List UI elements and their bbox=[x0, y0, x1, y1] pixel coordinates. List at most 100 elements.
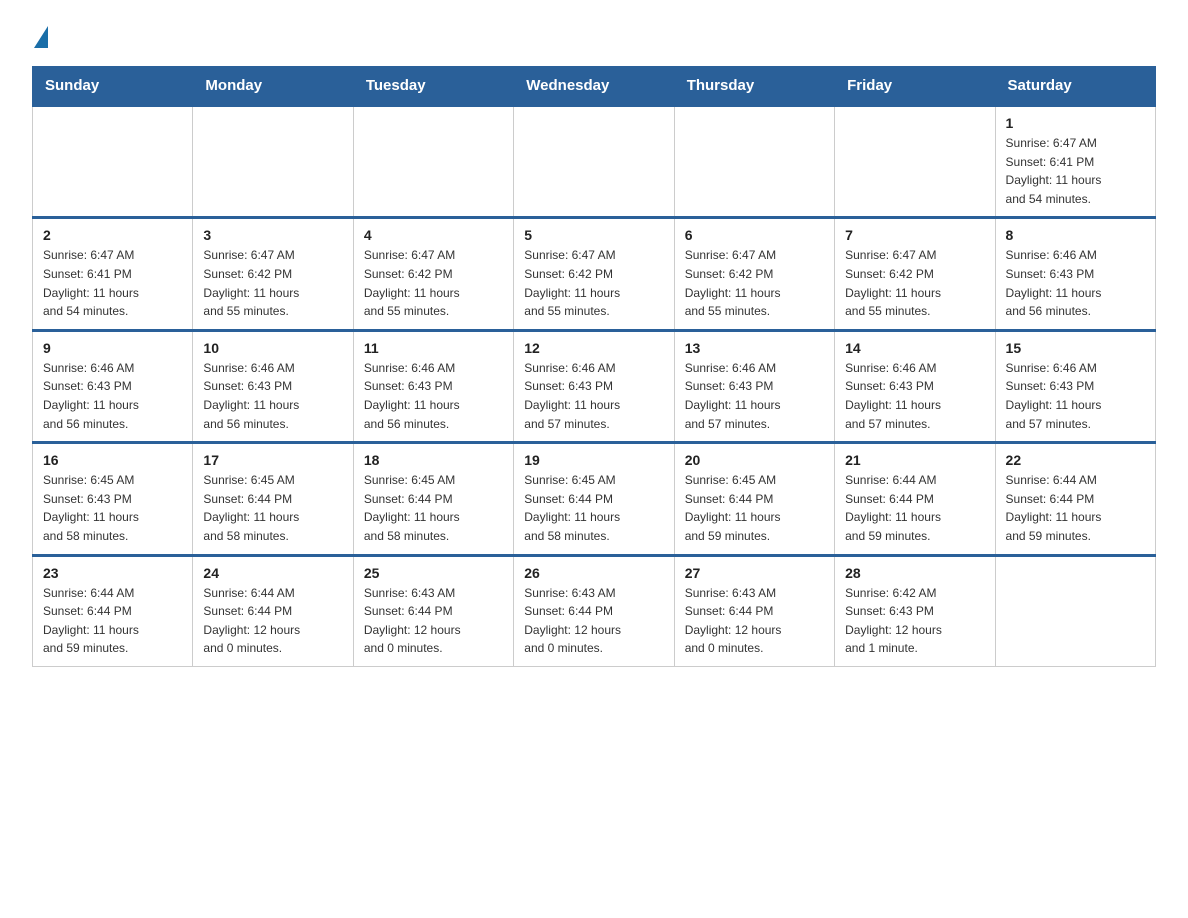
calendar-day-cell: 21 Sunrise: 6:44 AM Sunset: 6:44 PM Dayli… bbox=[835, 443, 995, 555]
day-info: Sunrise: 6:45 AM Sunset: 6:44 PM Dayligh… bbox=[203, 471, 342, 545]
day-info: Sunrise: 6:42 AM Sunset: 6:43 PM Dayligh… bbox=[845, 584, 984, 658]
calendar-day-cell: 24 Sunrise: 6:44 AM Sunset: 6:44 PM Dayli… bbox=[193, 555, 353, 666]
logo bbox=[32, 24, 48, 46]
day-info: Sunrise: 6:46 AM Sunset: 6:43 PM Dayligh… bbox=[685, 359, 824, 433]
day-info: Sunrise: 6:43 AM Sunset: 6:44 PM Dayligh… bbox=[524, 584, 663, 658]
calendar-day-cell: 1Sunrise: 6:47 AM Sunset: 6:41 PM Daylig… bbox=[995, 106, 1155, 218]
day-info: Sunrise: 6:46 AM Sunset: 6:43 PM Dayligh… bbox=[524, 359, 663, 433]
day-number: 27 bbox=[685, 565, 824, 581]
calendar-day-cell: 5Sunrise: 6:47 AM Sunset: 6:42 PM Daylig… bbox=[514, 218, 674, 330]
day-info: Sunrise: 6:44 AM Sunset: 6:44 PM Dayligh… bbox=[203, 584, 342, 658]
day-info: Sunrise: 6:46 AM Sunset: 6:43 PM Dayligh… bbox=[845, 359, 984, 433]
day-number: 12 bbox=[524, 340, 663, 356]
weekday-header-friday: Friday bbox=[835, 67, 995, 106]
day-number: 23 bbox=[43, 565, 182, 581]
day-number: 9 bbox=[43, 340, 182, 356]
day-number: 22 bbox=[1006, 452, 1145, 468]
day-info: Sunrise: 6:43 AM Sunset: 6:44 PM Dayligh… bbox=[364, 584, 503, 658]
day-info: Sunrise: 6:46 AM Sunset: 6:43 PM Dayligh… bbox=[203, 359, 342, 433]
logo-triangle-icon bbox=[34, 26, 48, 48]
weekday-header-row: SundayMondayTuesdayWednesdayThursdayFrid… bbox=[33, 67, 1156, 106]
calendar-day-cell: 22 Sunrise: 6:44 AM Sunset: 6:44 PM Dayli… bbox=[995, 443, 1155, 555]
calendar-day-cell: 15 Sunrise: 6:46 AM Sunset: 6:43 PM Dayli… bbox=[995, 330, 1155, 442]
calendar-day-cell: 17 Sunrise: 6:45 AM Sunset: 6:44 PM Dayli… bbox=[193, 443, 353, 555]
day-number: 25 bbox=[364, 565, 503, 581]
day-number: 19 bbox=[524, 452, 663, 468]
calendar-day-cell: 25 Sunrise: 6:43 AM Sunset: 6:44 PM Dayli… bbox=[353, 555, 513, 666]
calendar-day-cell: 4 Sunrise: 6:47 AM Sunset: 6:42 PM Daylig… bbox=[353, 218, 513, 330]
calendar-day-cell: 2 Sunrise: 6:47 AM Sunset: 6:41 PM Daylig… bbox=[33, 218, 193, 330]
day-number: 13 bbox=[685, 340, 824, 356]
day-info: Sunrise: 6:45 AM Sunset: 6:44 PM Dayligh… bbox=[685, 471, 824, 545]
day-info: Sunrise: 6:44 AM Sunset: 6:44 PM Dayligh… bbox=[1006, 471, 1145, 545]
day-number: 4 bbox=[364, 227, 503, 243]
calendar-day-cell: 11 Sunrise: 6:46 AM Sunset: 6:43 PM Dayli… bbox=[353, 330, 513, 442]
day-info: Sunrise: 6:45 AM Sunset: 6:44 PM Dayligh… bbox=[524, 471, 663, 545]
page-header bbox=[32, 24, 1156, 46]
weekday-header-tuesday: Tuesday bbox=[353, 67, 513, 106]
calendar-day-cell: 7Sunrise: 6:47 AM Sunset: 6:42 PM Daylig… bbox=[835, 218, 995, 330]
calendar-week-row: 16 Sunrise: 6:45 AM Sunset: 6:43 PM Dayli… bbox=[33, 443, 1156, 555]
calendar-day-cell bbox=[674, 106, 834, 218]
day-number: 17 bbox=[203, 452, 342, 468]
calendar-week-row: 1Sunrise: 6:47 AM Sunset: 6:41 PM Daylig… bbox=[33, 106, 1156, 218]
calendar-day-cell: 9Sunrise: 6:46 AM Sunset: 6:43 PM Daylig… bbox=[33, 330, 193, 442]
day-number: 11 bbox=[364, 340, 503, 356]
calendar-day-cell: 8 Sunrise: 6:46 AM Sunset: 6:43 PM Daylig… bbox=[995, 218, 1155, 330]
weekday-header-thursday: Thursday bbox=[674, 67, 834, 106]
day-number: 28 bbox=[845, 565, 984, 581]
weekday-header-saturday: Saturday bbox=[995, 67, 1155, 106]
calendar-day-cell: 12 Sunrise: 6:46 AM Sunset: 6:43 PM Dayli… bbox=[514, 330, 674, 442]
calendar-day-cell bbox=[514, 106, 674, 218]
calendar-day-cell: 26 Sunrise: 6:43 AM Sunset: 6:44 PM Dayli… bbox=[514, 555, 674, 666]
calendar-header: SundayMondayTuesdayWednesdayThursdayFrid… bbox=[33, 67, 1156, 106]
weekday-header-monday: Monday bbox=[193, 67, 353, 106]
day-number: 2 bbox=[43, 227, 182, 243]
calendar-day-cell: 19 Sunrise: 6:45 AM Sunset: 6:44 PM Dayli… bbox=[514, 443, 674, 555]
calendar-day-cell bbox=[835, 106, 995, 218]
calendar-week-row: 9 Sunrise: 6:46 AM Sunset: 6:43 PM Daylig… bbox=[33, 330, 1156, 442]
day-info: Sunrise: 6:47 AM Sunset: 6:42 PM Dayligh… bbox=[364, 246, 503, 320]
day-info: Sunrise: 6:44 AM Sunset: 6:44 PM Dayligh… bbox=[845, 471, 984, 545]
weekday-header-sunday: Sunday bbox=[33, 67, 193, 106]
day-info: Sunrise: 6:44 AM Sunset: 6:44 PM Dayligh… bbox=[43, 584, 182, 658]
calendar-day-cell: 16 Sunrise: 6:45 AM Sunset: 6:43 PM Dayli… bbox=[33, 443, 193, 555]
day-number: 10 bbox=[203, 340, 342, 356]
calendar-day-cell: 23 Sunrise: 6:44 AM Sunset: 6:44 PM Dayli… bbox=[33, 555, 193, 666]
day-info: Sunrise: 6:45 AM Sunset: 6:43 PM Dayligh… bbox=[43, 471, 182, 545]
calendar-day-cell bbox=[33, 106, 193, 218]
day-info: Sunrise: 6:47 AM Sunset: 6:42 PM Dayligh… bbox=[845, 246, 984, 320]
day-number: 16 bbox=[43, 452, 182, 468]
calendar-body: 1 Sunrise: 6:47 AM Sunset: 6:41 PM Daylig… bbox=[33, 106, 1156, 667]
day-number: 26 bbox=[524, 565, 663, 581]
day-number: 21 bbox=[845, 452, 984, 468]
day-number: 6 bbox=[685, 227, 824, 243]
day-info: Sunrise: 6:47 AM Sunset: 6:41 PM Dayligh… bbox=[43, 246, 182, 320]
day-number: 1 bbox=[1006, 115, 1145, 131]
calendar-day-cell: 20 Sunrise: 6:45 AM Sunset: 6:44 PM Dayli… bbox=[674, 443, 834, 555]
day-info: Sunrise: 6:45 AM Sunset: 6:44 PM Dayligh… bbox=[364, 471, 503, 545]
day-info: Sunrise: 6:46 AM Sunset: 6:43 PM Dayligh… bbox=[1006, 359, 1145, 433]
day-info: Sunrise: 6:46 AM Sunset: 6:43 PM Dayligh… bbox=[364, 359, 503, 433]
day-info: Sunrise: 6:43 AM Sunset: 6:44 PM Dayligh… bbox=[685, 584, 824, 658]
day-info: Sunrise: 6:47 AM Sunset: 6:42 PM Dayligh… bbox=[203, 246, 342, 320]
day-number: 18 bbox=[364, 452, 503, 468]
day-number: 15 bbox=[1006, 340, 1145, 356]
day-number: 24 bbox=[203, 565, 342, 581]
calendar-day-cell bbox=[995, 555, 1155, 666]
day-info: Sunrise: 6:46 AM Sunset: 6:43 PM Dayligh… bbox=[1006, 246, 1145, 320]
calendar-table: SundayMondayTuesdayWednesdayThursdayFrid… bbox=[32, 66, 1156, 667]
day-number: 3 bbox=[203, 227, 342, 243]
calendar-day-cell: 6 Sunrise: 6:47 AM Sunset: 6:42 PM Daylig… bbox=[674, 218, 834, 330]
calendar-day-cell: 10 Sunrise: 6:46 AM Sunset: 6:43 PM Dayli… bbox=[193, 330, 353, 442]
calendar-day-cell: 14Sunrise: 6:46 AM Sunset: 6:43 PM Dayli… bbox=[835, 330, 995, 442]
day-info: Sunrise: 6:47 AM Sunset: 6:42 PM Dayligh… bbox=[685, 246, 824, 320]
calendar-day-cell: 13 Sunrise: 6:46 AM Sunset: 6:43 PM Dayli… bbox=[674, 330, 834, 442]
weekday-header-wednesday: Wednesday bbox=[514, 67, 674, 106]
calendar-day-cell: 27 Sunrise: 6:43 AM Sunset: 6:44 PM Dayli… bbox=[674, 555, 834, 666]
day-number: 20 bbox=[685, 452, 824, 468]
calendar-day-cell: 28 Sunrise: 6:42 AM Sunset: 6:43 PM Dayli… bbox=[835, 555, 995, 666]
calendar-week-row: 2 Sunrise: 6:47 AM Sunset: 6:41 PM Daylig… bbox=[33, 218, 1156, 330]
day-number: 8 bbox=[1006, 227, 1145, 243]
calendar-day-cell bbox=[353, 106, 513, 218]
